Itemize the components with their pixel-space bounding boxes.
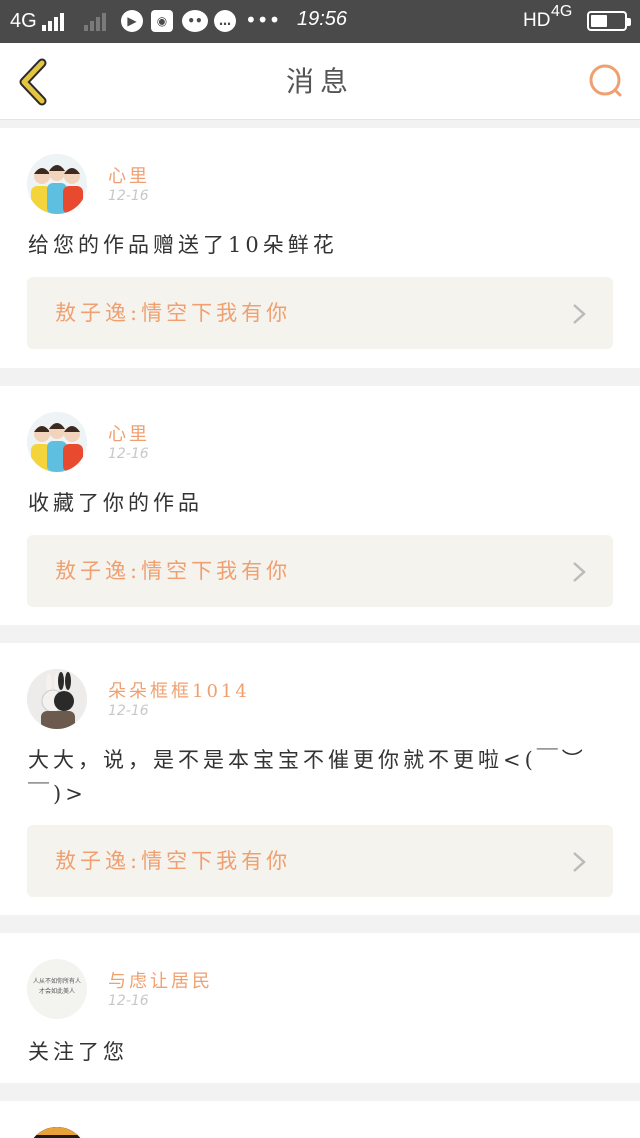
work-title: 敖子逸:情空下我有你: [55, 301, 292, 325]
chevron-right-icon: [573, 562, 586, 582]
search-button[interactable]: [586, 61, 626, 101]
message-date: 12-16: [108, 188, 149, 204]
wechat-icon: ••: [182, 10, 208, 32]
avatar[interactable]: [27, 1127, 87, 1138]
chevron-right-icon: [573, 304, 586, 324]
message-card[interactable]: 心里 12-16 收藏了你的作品 敖子逸:情空下我有你: [0, 386, 640, 625]
work-link[interactable]: 敖子逸:情空下我有你: [27, 825, 613, 897]
work-title: 敖子逸:情空下我有你: [55, 559, 292, 583]
message-text: 给您的作品赠送了10朵鲜花: [28, 233, 338, 257]
battery-icon: [587, 11, 631, 31]
username[interactable]: 朵朵框框1014: [108, 677, 250, 703]
username[interactable]: 心里: [108, 420, 150, 446]
clock: 19:56: [297, 8, 348, 30]
message-card[interactable]: 朵朵框框1014 12-16 大大，说，是不是本宝宝不催更你就不更啦<(￣︶￣)…: [0, 643, 640, 915]
username[interactable]: 与虑让居民: [108, 967, 213, 993]
top-nav-bar: 消息: [0, 43, 640, 120]
status-bar: 4G ▶ ◉ •• … ••• 19:56 HD 4G: [0, 0, 640, 43]
message-card[interactable]: [0, 1101, 640, 1138]
avatar[interactable]: [27, 669, 87, 729]
chat-icon: …: [214, 10, 236, 32]
network-label: 4G: [551, 3, 573, 20]
message-text: 大大，说，是不是本宝宝不催更你就不更啦<(￣︶￣)>: [28, 748, 587, 806]
play-icon: ▶: [121, 10, 143, 32]
page-title: 消息: [285, 65, 354, 98]
avatar[interactable]: [27, 412, 87, 472]
avatar[interactable]: 人从不如你所有人 才会如此美人: [27, 959, 87, 1019]
message-text: 关注了您: [28, 1040, 128, 1064]
message-date: 12-16: [108, 446, 149, 462]
work-link[interactable]: 敖子逸:情空下我有你: [27, 277, 613, 349]
message-card[interactable]: 人从不如你所有人 才会如此美人 与虑让居民 12-16 关注了您: [0, 933, 640, 1083]
username[interactable]: 心里: [108, 162, 150, 188]
work-link[interactable]: 敖子逸:情空下我有你: [27, 535, 613, 607]
work-title: 敖子逸:情空下我有你: [55, 849, 292, 873]
back-button[interactable]: [14, 57, 54, 107]
search-icon: [589, 64, 622, 97]
chevron-right-icon: [573, 852, 586, 872]
chevron-left-icon: [19, 58, 47, 106]
message-date: 12-16: [108, 703, 149, 719]
browser-icon: ◉: [151, 10, 173, 32]
more-dots-icon: •••: [245, 8, 281, 32]
carrier-label: 4G: [10, 10, 37, 32]
avatar-caption: 人从不如你所有人 才会如此美人: [33, 978, 82, 995]
message-text: 收藏了你的作品: [28, 491, 203, 515]
avatar[interactable]: [27, 154, 87, 214]
hd-label: HD: [523, 10, 551, 31]
message-card[interactable]: 心里 12-16 给您的作品赠送了10朵鲜花 敖子逸:情空下我有你: [0, 128, 640, 368]
message-date: 12-16: [108, 993, 149, 1009]
